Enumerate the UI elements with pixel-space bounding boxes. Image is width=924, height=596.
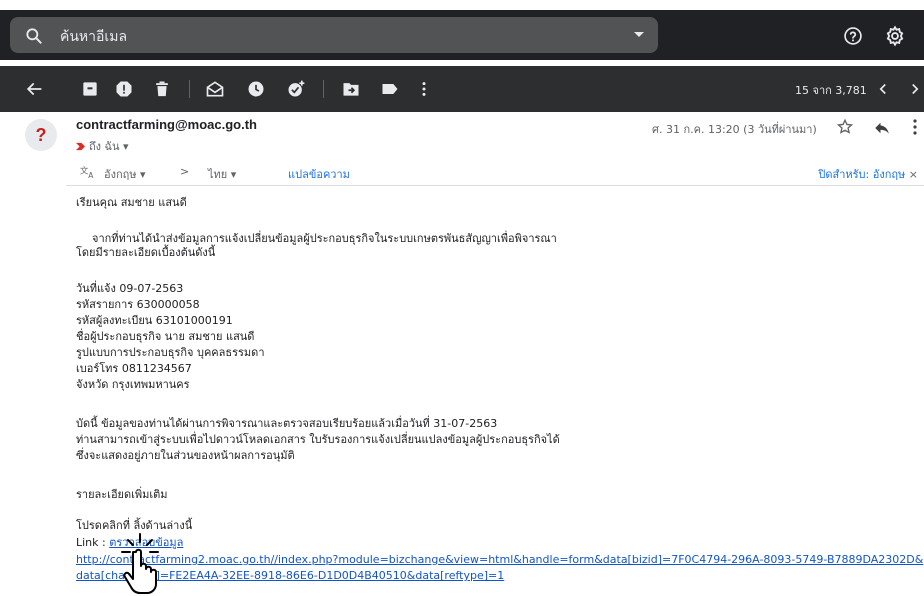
source-language-select[interactable]: อังกฤษ ▾	[104, 165, 146, 183]
status-line: ท่านสามารถเข้าสู่ระบบเพื่อไปดาวน์โหลดเอก…	[76, 433, 560, 446]
message-more-icon[interactable]	[912, 118, 918, 136]
report-spam-icon[interactable]	[114, 79, 134, 99]
url-link-line[interactable]: http://contractfarming2.moac.go.th//inde…	[76, 553, 923, 567]
more-options-icon[interactable]	[414, 79, 434, 99]
link-label: Link :	[76, 536, 106, 549]
add-to-tasks-icon[interactable]	[286, 79, 306, 99]
svg-text:A: A	[88, 171, 94, 179]
sender-email[interactable]: contractfarming@moac.go.th	[76, 117, 257, 132]
pointer-hand-cursor-icon	[121, 533, 159, 594]
translate-message-link[interactable]: แปลข้อความ	[288, 165, 350, 183]
target-language-select[interactable]: ไทย ▾	[208, 165, 236, 183]
detail-line: รูปแบบการประกอบธุรกิจ บุคคลธรรมดา	[76, 346, 265, 359]
star-icon[interactable]	[836, 118, 854, 136]
translate-bar: 文 A อังกฤษ ▾ > ไทย ▾ แปลข้อความ ปิดสำหรั…	[66, 160, 924, 186]
close-icon[interactable]: ×	[909, 168, 918, 181]
recipient-label: ถึง ฉัน	[89, 140, 120, 153]
click-instruction: โปรดคลิกที่ ลิ้งด้านล่างนี้	[76, 519, 193, 532]
snooze-clock-icon[interactable]	[246, 79, 266, 99]
greeting: เรียนคุณ สมชาย แสนดี	[76, 196, 187, 209]
search-options-chevron-down-icon[interactable]	[634, 32, 644, 37]
reply-icon[interactable]	[873, 119, 891, 137]
settings-gear-icon[interactable]	[884, 25, 906, 47]
detail-line: รหัสผู้ลงทะเบียน 63101000191	[76, 314, 233, 327]
search-header: ค้นหาอีเมล	[0, 10, 924, 60]
toolbar-divider	[323, 80, 324, 98]
detail-line: รหัสรายการ 630000058	[76, 298, 200, 311]
target-language-label: ไทย	[208, 168, 228, 181]
delete-trash-icon[interactable]	[152, 79, 172, 99]
pager-count: 15 จาก 3,781	[795, 84, 867, 97]
detail-line: วันที่แจ้ง 09-07-2563	[76, 282, 184, 295]
newer-chevron-left-icon[interactable]	[874, 80, 892, 98]
toolbar-divider	[189, 80, 190, 98]
help-icon[interactable]	[843, 26, 863, 46]
search-box[interactable]: ค้นหาอีเมล	[10, 17, 658, 53]
status-line: ซึ่งจะแสดงอยู่ภายในส่วนของหน้าผลการอนุมั…	[76, 449, 295, 462]
source-language-label: อังกฤษ	[104, 168, 137, 181]
recipient-chevron-down-icon[interactable]: ▾	[120, 140, 129, 153]
back-arrow-icon[interactable]	[24, 79, 44, 99]
message-header: ? contractfarming@moac.go.th ถึง ฉัน ▾ ศ…	[0, 112, 924, 160]
intro-line: โดยมีรายละเอียดเบื้องต้นดังนี้	[76, 246, 216, 259]
detail-line: ชื่อผู้ประกอบธุรกิจ นาย สมชาย แสนดี	[76, 330, 255, 343]
turn-off-label: ปิดสำหรับ: อังกฤษ	[818, 168, 906, 181]
sender-avatar: ?	[25, 119, 57, 151]
archive-icon[interactable]	[80, 79, 100, 99]
svg-text:文: 文	[80, 166, 88, 176]
older-chevron-right-icon[interactable]	[906, 80, 924, 98]
turn-off-translation-link[interactable]: ปิดสำหรับ: อังกฤษ ×	[818, 165, 918, 183]
translate-arrow: >	[180, 165, 190, 178]
recipient-details[interactable]: ถึง ฉัน ▾	[76, 137, 129, 155]
move-to-folder-icon[interactable]	[341, 79, 361, 99]
label-tag-icon[interactable]	[380, 79, 400, 99]
message-datetime: ศ. 31 ก.ค. 13:20 (3 วันที่ผ่านมา)	[652, 123, 817, 136]
translate-icon: 文 A	[80, 166, 94, 180]
detail-line: เบอร์โทร 0811234567	[76, 362, 192, 375]
important-marker-icon[interactable]	[76, 142, 85, 151]
more-details-heading: รายละเอียดเพิ่มเติม	[76, 488, 168, 501]
search-icon[interactable]	[24, 26, 44, 46]
status-line: บัดนี้ ข้อมูลของท่านได้ผ่านการพิจารณาและ…	[76, 417, 498, 430]
window-top-strip	[0, 0, 924, 10]
intro-line: จากที่ท่านได้นำส่งข้อมูลการแจ้งเปลี่ยนข้…	[92, 232, 557, 245]
detail-line: จังหวัด กรุงเทพมหานคร	[76, 378, 190, 391]
mark-as-unread-icon[interactable]	[205, 79, 225, 99]
search-input[interactable]: ค้นหาอีเมล	[60, 26, 127, 48]
message-toolbar: 15 จาก 3,781	[0, 66, 924, 112]
